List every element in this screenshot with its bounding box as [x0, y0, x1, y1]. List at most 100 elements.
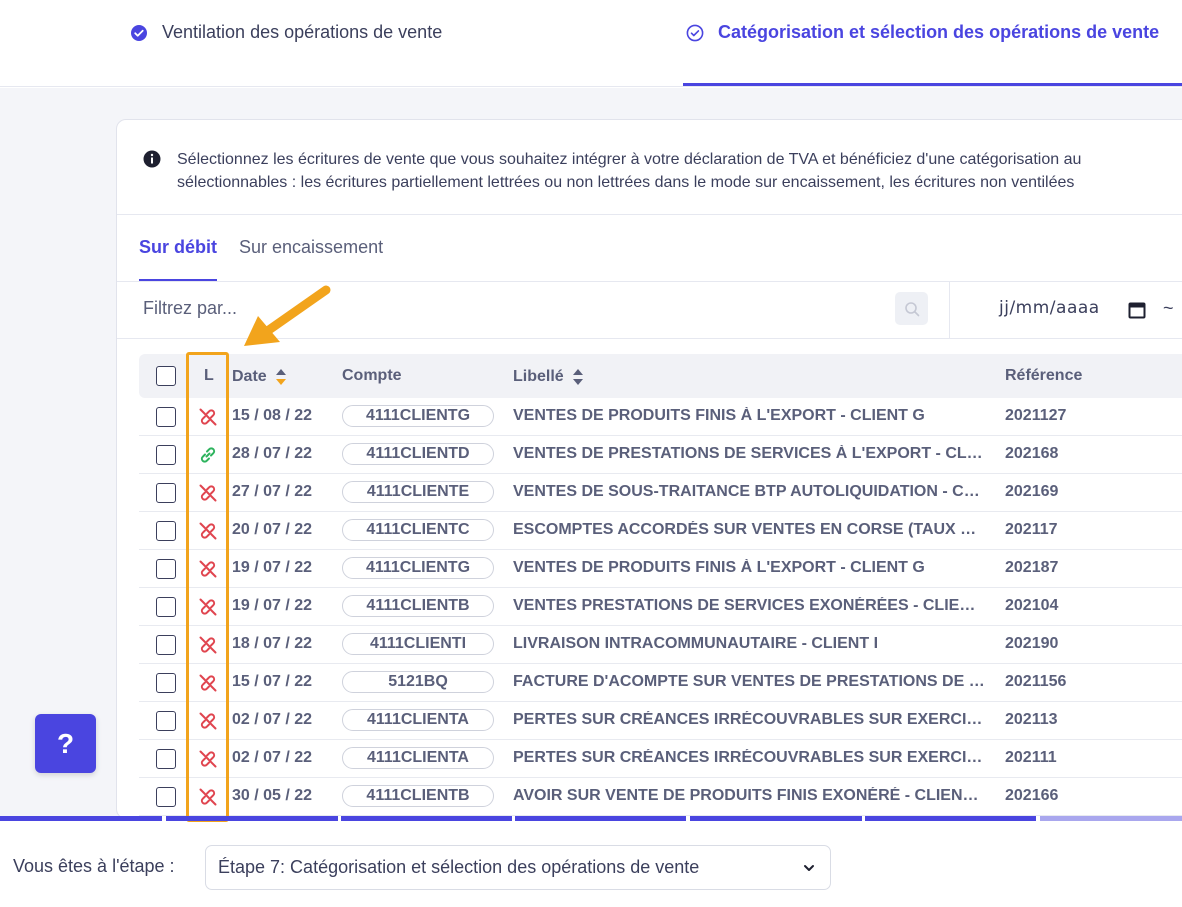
row-checkbox[interactable]	[156, 483, 176, 503]
row-checkbox[interactable]	[156, 635, 176, 655]
row-checkbox[interactable]	[156, 787, 176, 807]
row-checkbox[interactable]	[156, 749, 176, 769]
column-header-label: Libellé	[513, 368, 564, 385]
help-button[interactable]: ?	[35, 714, 96, 773]
cell-libelle: VENTES DE PRODUITS FINIS À L'EXPORT - CL…	[513, 559, 925, 576]
cell-date: 02 / 07 / 22	[232, 711, 313, 728]
pointer-arrow-icon	[244, 285, 331, 346]
step-categorisation[interactable]: Catégorisation et sélection des opératio…	[686, 22, 1159, 43]
step-label: Catégorisation et sélection des opératio…	[718, 22, 1160, 42]
table-row[interactable]: 27 / 07 / 22 4111CLIENTE VENTES DE SOUS-TR…	[139, 474, 1182, 512]
table-row[interactable]: 15 / 07 / 22 5121BQ FACTURE D'ACOMPTE SUR …	[139, 664, 1182, 702]
cell-libelle: FACTURE D'ACOMPTE SUR VENTES DE PRESTATI…	[513, 673, 985, 690]
table-row[interactable]: 02 / 07 / 22 4111CLIENTA PERTES SUR CRÉANC…	[139, 740, 1182, 778]
cell-compte-badge: 4111CLIENTI	[342, 633, 494, 655]
info-line-1: Sélectionnez les écritures de vente que …	[177, 151, 1082, 168]
cell-libelle: VENTES DE SOUS-TRAITANCE BTP AUTOLIQUIDA…	[513, 483, 985, 500]
tab-sur-encaissement[interactable]: Sur encaissement	[239, 237, 383, 278]
table-header: L Date Compte Libellé Référence	[139, 354, 1182, 398]
tab-bar: Sur débit Sur encaissement	[139, 237, 405, 278]
step-select[interactable]: Étape 7: Catégorisation et sélection des…	[205, 845, 831, 890]
cell-libelle: VENTES DE PRESTATIONS DE SERVICES À L'EX…	[513, 445, 985, 462]
progress-segment	[515, 816, 686, 821]
table-row[interactable]: 28 / 07 / 22 4111CLIENTD VENTES DE PRESTAT…	[139, 436, 1182, 474]
table-row[interactable]: 15 / 08 / 22 4111CLIENTG VENTES DE PRODUIT…	[139, 398, 1182, 436]
info-line-2: sélectionnables : les écritures partiell…	[177, 174, 1075, 191]
column-header-reference: Référence	[1005, 367, 1083, 384]
date-range-separator: ~	[1163, 298, 1174, 318]
cell-reference: 202111	[1005, 749, 1057, 766]
cell-reference: 202169	[1005, 483, 1059, 500]
progress-segment	[166, 816, 338, 821]
cell-date: 18 / 07 / 22	[232, 635, 313, 652]
column-header-date[interactable]: Date	[232, 367, 287, 387]
cell-libelle: LIVRAISON INTRACOMMUNAUTAIRE - CLIENT I	[513, 635, 879, 652]
filter-input[interactable]: Filtrez par...	[143, 298, 237, 319]
row-checkbox[interactable]	[156, 559, 176, 579]
cell-reference: 202113	[1005, 711, 1058, 728]
table-row[interactable]: 30 / 05 / 22 4111CLIENTB AVOIR SUR VENTE D…	[139, 778, 1182, 816]
table-row[interactable]: 19 / 07 / 22 4111CLIENTG VENTES DE PRODUIT…	[139, 550, 1182, 588]
cell-compte-badge: 4111CLIENTB	[342, 595, 494, 617]
cell-date: 20 / 07 / 22	[232, 521, 313, 538]
cell-libelle: VENTES PRESTATIONS DE SERVICES EXONÉRÉES…	[513, 597, 985, 614]
cell-compte-badge: 4111CLIENTC	[342, 519, 494, 541]
cell-reference: 202166	[1005, 787, 1059, 804]
cell-date: 30 / 05 / 22	[232, 787, 313, 804]
cell-reference: 202117	[1005, 521, 1058, 538]
table-row[interactable]: 19 / 07 / 22 4111CLIENTB VENTES PRESTATION…	[139, 588, 1182, 626]
row-checkbox[interactable]	[156, 711, 176, 731]
cell-date: 19 / 07 / 22	[232, 597, 313, 614]
progress-segment	[690, 816, 862, 821]
step-ventilation[interactable]: Ventilation des opérations de vente	[130, 22, 442, 43]
column-header-label: Date	[232, 368, 267, 385]
step-progress	[0, 816, 1182, 821]
progress-segment	[865, 816, 1036, 821]
progress-segment	[341, 816, 512, 821]
table-row[interactable]: 20 / 07 / 22 4111CLIENTC ESCOMPTES ACCORDÉ…	[139, 512, 1182, 550]
cell-compte-badge: 4111CLIENTA	[342, 747, 494, 769]
row-checkbox[interactable]	[156, 445, 176, 465]
cell-compte-badge: 4111CLIENTG	[342, 405, 494, 427]
stepper-bar: Ventilation des opérations de vente Caté…	[0, 0, 1182, 87]
cell-date: 19 / 07 / 22	[232, 559, 313, 576]
selected-step-value: Étape 7: Catégorisation et sélection des…	[218, 857, 700, 877]
row-checkbox[interactable]	[156, 521, 176, 541]
calendar-icon[interactable]	[1127, 300, 1147, 320]
cell-compte-badge: 4111CLIENTE	[342, 481, 494, 503]
check-circle-filled-icon	[130, 24, 148, 42]
cell-compte-badge: 5121BQ	[342, 671, 494, 693]
progress-segment	[0, 816, 162, 821]
row-checkbox[interactable]	[156, 407, 176, 427]
cell-reference: 202104	[1005, 597, 1059, 614]
search-button[interactable]	[895, 292, 928, 325]
info-text: Sélectionnez les écritures de vente que …	[177, 148, 1081, 194]
cell-date: 15 / 07 / 22	[232, 673, 313, 690]
step-label: Ventilation des opérations de vente	[162, 22, 443, 42]
select-all-checkbox[interactable]	[156, 366, 176, 386]
date-start-input[interactable]: jj/mm/aaaa	[999, 298, 1100, 318]
current-step-label: Vous êtes à l'étape :	[13, 856, 175, 876]
highlight-box	[186, 352, 229, 822]
cell-libelle: PERTES SUR CRÉANCES IRRÉCOUVRABLES SUR E…	[513, 711, 985, 728]
divider	[117, 214, 1182, 215]
table-row[interactable]: 18 / 07 / 22 4111CLIENTI LIVRAISON INTRACO…	[139, 626, 1182, 664]
row-checkbox[interactable]	[156, 597, 176, 617]
operations-card: Sélectionnez les écritures de vente que …	[116, 119, 1182, 819]
cell-date: 28 / 07 / 22	[232, 445, 313, 462]
step-footer: Vous êtes à l'étape : Étape 7: Catégoris…	[0, 822, 1182, 907]
tab-sur-debit[interactable]: Sur débit	[139, 237, 217, 278]
cell-reference: 202168	[1005, 445, 1059, 462]
cell-date: 15 / 08 / 22	[232, 407, 313, 424]
active-step-indicator	[683, 83, 1182, 86]
sort-desc-icon	[275, 369, 286, 385]
progress-segment	[1040, 816, 1182, 821]
check-circle-outline-icon	[686, 24, 704, 42]
cell-date: 02 / 07 / 22	[232, 749, 313, 766]
table-row[interactable]: 02 / 07 / 22 4111CLIENTA PERTES SUR CRÉANC…	[139, 702, 1182, 740]
cell-reference: 202190	[1005, 635, 1059, 652]
chevron-down-icon	[804, 865, 814, 871]
divider	[949, 282, 950, 338]
row-checkbox[interactable]	[156, 673, 176, 693]
column-header-libelle[interactable]: Libellé	[513, 367, 584, 387]
